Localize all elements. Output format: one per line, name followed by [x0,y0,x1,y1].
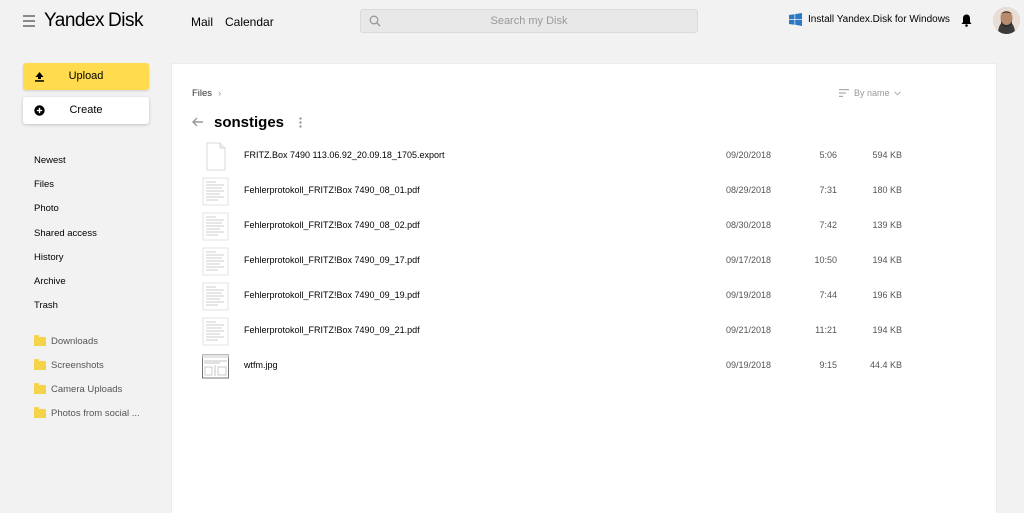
file-size: 196 KB [872,290,902,300]
sort-label: By name [854,88,890,98]
sidebar-folder-photos-from-social[interactable]: Photos from social ... [34,407,140,419]
create-button[interactable]: Create [23,97,149,124]
sidebar: Upload Create Newest Files Photo Shared … [0,42,170,513]
pdf-thumbnail [202,247,229,276]
file-size: 44.4 KB [869,360,902,370]
menu-icon[interactable] [23,15,35,27]
create-label: Create [69,104,103,116]
pdf-thumbnail [202,317,229,346]
upload-label: Upload [68,70,104,82]
file-date: 09/17/2018 [726,255,772,265]
document-file-icon [202,142,229,171]
file-row[interactable]: wtfm.jpg 09/19/2018 9:15 44.4 KB [202,350,932,383]
file-time: 5:06 [819,150,837,160]
nav-mail[interactable]: Mail [191,15,213,29]
logo-yandex: Yandex [44,10,105,31]
file-name: Fehlerprotokoll_FRITZ!Box 7490_09_17.pdf [244,255,420,265]
sort-dropdown[interactable]: By name [839,88,901,98]
nav-calendar[interactable]: Calendar [225,15,274,29]
file-time: 11:21 [815,325,837,335]
file-size: 194 KB [872,325,902,335]
file-size: 594 KB [872,150,902,160]
folder-icon [34,359,46,370]
file-row[interactable]: Fehlerprotokoll_FRITZ!Box 7490_09_21.pdf… [202,315,932,348]
sidebar-folder-screenshots[interactable]: Screenshots [34,359,104,371]
sidebar-item-trash[interactable]: Trash [34,300,58,311]
folder-title: sonstiges [214,114,285,131]
file-row[interactable]: Fehlerprotokoll_FRITZ!Box 7490_09_19.pdf… [202,280,932,313]
avatar[interactable] [993,7,1020,34]
file-time: 7:44 [819,290,837,300]
sidebar-folder-downloads[interactable]: Downloads [34,335,98,347]
breadcrumb-files[interactable]: Files [192,88,212,99]
install-windows-link[interactable]: Install Yandex.Disk for Windows [789,13,950,26]
chevron-right-icon: › [218,88,222,99]
file-date: 08/29/2018 [726,185,772,195]
file-row[interactable]: FRITZ.Box 7490 113.06.92_20.09.18_1705.e… [202,140,932,173]
breadcrumb: Files › [192,88,221,99]
file-row[interactable]: Fehlerprotokoll_FRITZ!Box 7490_08_02.pdf… [202,210,932,243]
sidebar-item-history[interactable]: History [34,252,64,263]
sidebar-item-photo[interactable]: Photo [34,203,59,214]
sidebar-item-newest[interactable]: Newest [34,155,66,166]
file-date: 09/19/2018 [726,290,772,300]
sidebar-item-archive[interactable]: Archive [34,276,66,287]
file-date: 09/21/2018 [726,325,772,335]
file-name: Fehlerprotokoll_FRITZ!Box 7490_09_21.pdf [244,325,420,335]
file-date: 09/20/2018 [726,150,772,160]
file-size: 194 KB [872,255,902,265]
sort-icon [839,89,849,97]
main-content: Files › By name sonstiges FRITZ.Box 7490 … [171,63,997,513]
search-placeholder: Search my Disk [490,15,568,27]
file-time: 9:15 [819,360,837,370]
folder-label: Camera Uploads [51,384,123,395]
search-input[interactable]: Search my Disk [360,9,698,33]
sidebar-item-files[interactable]: Files [34,179,54,190]
folder-icon [34,335,46,346]
file-date: 09/19/2018 [726,360,772,370]
sidebar-item-shared-access[interactable]: Shared access [34,228,97,239]
upload-button[interactable]: Upload [23,63,149,90]
bell-icon[interactable] [961,14,972,27]
pdf-thumbnail [202,177,229,206]
file-row[interactable]: Fehlerprotokoll_FRITZ!Box 7490_09_17.pdf… [202,245,932,278]
file-time: 7:42 [819,220,837,230]
file-time: 7:31 [819,185,837,195]
file-name: FRITZ.Box 7490 113.06.92_20.09.18_1705.e… [244,150,445,160]
image-thumbnail [202,352,229,381]
yandex-disk-logo[interactable]: Yandex Disk [44,10,143,32]
top-bar: Yandex Disk Mail Calendar Search my Disk … [0,0,1024,42]
file-size: 180 KB [872,185,902,195]
file-name: Fehlerprotokoll_FRITZ!Box 7490_08_02.pdf [244,220,420,230]
pdf-thumbnail [202,282,229,311]
file-date: 08/30/2018 [726,220,772,230]
logo-disk: Disk [108,10,143,31]
pdf-thumbnail [202,212,229,241]
folder-icon [34,383,46,394]
folder-icon [34,407,46,418]
folder-label: Downloads [51,336,98,347]
file-name: Fehlerprotokoll_FRITZ!Box 7490_09_19.pdf [244,290,420,300]
windows-icon [789,13,802,26]
file-row[interactable]: Fehlerprotokoll_FRITZ!Box 7490_08_01.pdf… [202,175,932,208]
file-time: 10:50 [814,255,837,265]
file-size: 139 KB [872,220,902,230]
folder-label: Photos from social ... [51,408,140,419]
folder-label: Screenshots [51,360,104,371]
file-name: wtfm.jpg [244,360,278,370]
more-options-icon[interactable] [299,117,302,128]
sidebar-folder-camera-uploads[interactable]: Camera Uploads [34,383,123,395]
install-label: Install Yandex.Disk for Windows [808,14,950,25]
file-name: Fehlerprotokoll_FRITZ!Box 7490_08_01.pdf [244,185,420,195]
chevron-down-icon [893,90,901,96]
avatar-image [993,7,1020,34]
back-arrow-icon[interactable] [192,117,204,127]
